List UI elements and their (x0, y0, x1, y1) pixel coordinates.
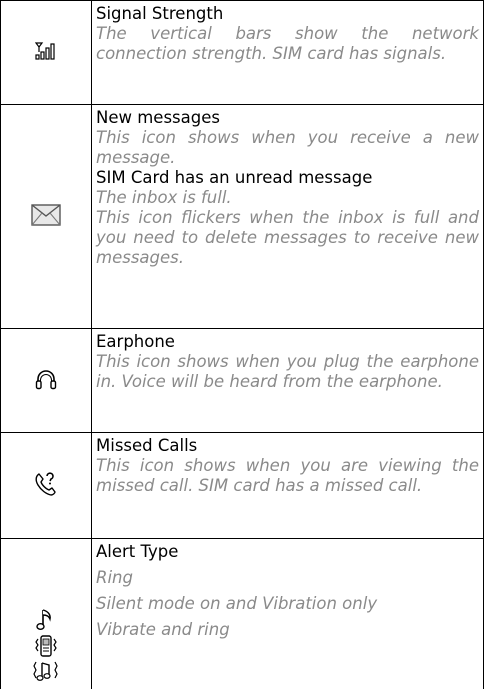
ring-note-icon (36, 608, 51, 630)
row-description: The inbox is full. (96, 188, 232, 207)
text-cell: Earphone This icon shows when you plug t… (91, 328, 484, 433)
icon-cell (0, 432, 92, 539)
row-title: SIM Card has an unread message (96, 168, 373, 187)
row-description: This icon shows when you plug the earpho… (96, 352, 479, 391)
status-icons-table: Signal Strength The vertical bars show t… (0, 0, 484, 689)
table-row: Earphone This icon shows when you plug t… (0, 328, 484, 433)
alert-option-ring: Ring (96, 568, 133, 587)
icon-cell (0, 328, 92, 433)
signal-strength-icon (34, 41, 55, 60)
alert-option-vibration: Silent mode on and Vibration only (96, 594, 378, 613)
vibrate-icon (35, 634, 57, 657)
row-description: This icon shows when you are viewing the… (96, 456, 479, 495)
table-row: New messages This icon shows when you re… (0, 104, 484, 329)
row-description: This icon shows when you receive a new m… (96, 128, 479, 167)
row-title: Earphone (96, 332, 175, 351)
table-row: Alert Type Ring Silent mode on and Vibra… (0, 538, 484, 689)
icon-cell (0, 104, 92, 329)
row-title: Missed Calls (96, 436, 198, 455)
text-cell: Signal Strength The vertical bars show t… (91, 0, 484, 105)
table-row: Missed Calls This icon shows when you ar… (0, 432, 484, 539)
text-cell: Missed Calls This icon shows when you ar… (91, 432, 484, 539)
text-cell: Alert Type Ring Silent mode on and Vibra… (91, 538, 484, 689)
envelope-icon (31, 203, 61, 226)
alert-option-vibrate-ring: Vibrate and ring (96, 620, 230, 639)
table-row: Signal Strength The vertical bars show t… (0, 0, 484, 105)
row-description: The vertical bars show the network conne… (96, 24, 479, 63)
row-title: New messages (96, 108, 220, 127)
text-cell: New messages This icon shows when you re… (91, 104, 484, 329)
row-title: Signal Strength (96, 4, 224, 23)
headphone-icon (35, 369, 57, 389)
icon-cell (0, 538, 92, 689)
row-title: Alert Type (96, 542, 179, 561)
missed-call-icon (35, 471, 56, 496)
vibrate-ring-icon (33, 661, 58, 681)
icon-cell (0, 0, 92, 105)
row-description: This icon flickers when the inbox is ful… (96, 208, 479, 267)
